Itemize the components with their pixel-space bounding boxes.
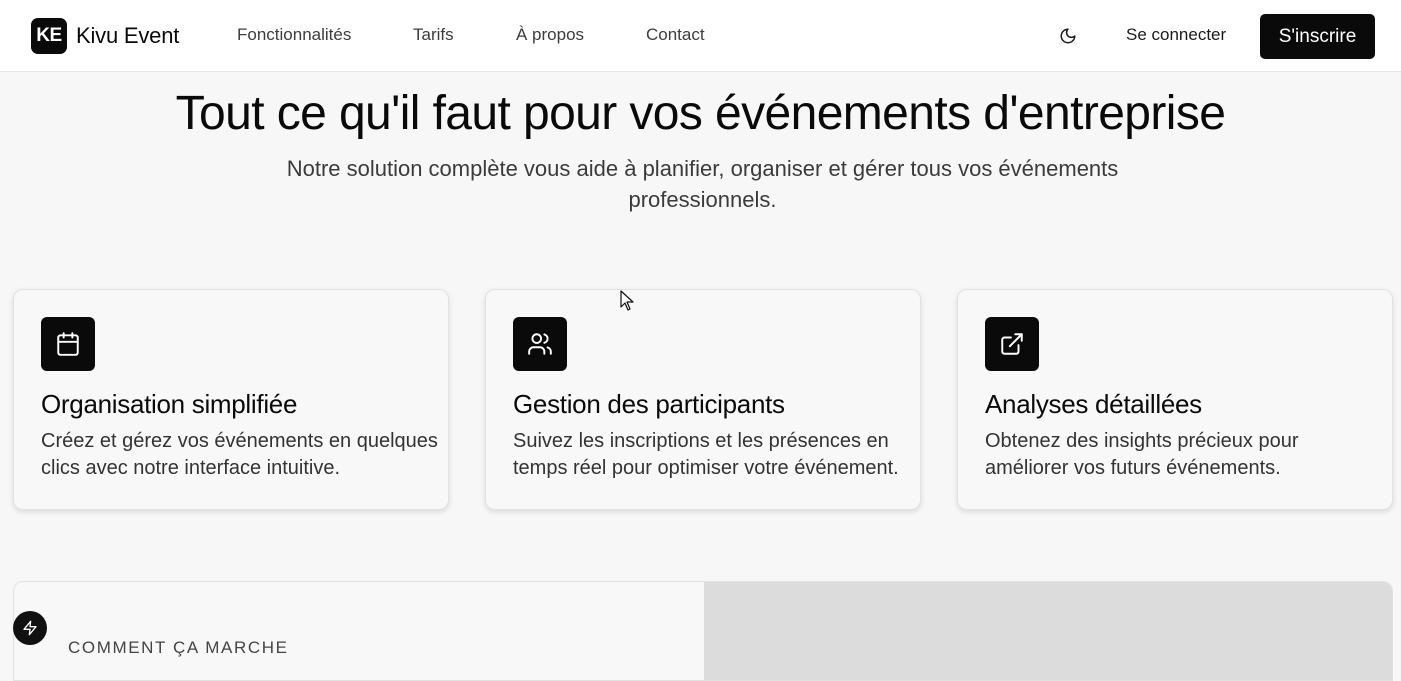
signup-button[interactable]: S'inscrire <box>1260 14 1375 59</box>
feature-icon-box <box>985 317 1039 371</box>
how-it-works-eyebrow: COMMENT ÇA MARCHE <box>68 638 289 657</box>
floating-action-button[interactable] <box>13 611 47 645</box>
feature-card-organisation: Organisation simplifiée Créez et gérez v… <box>13 289 449 510</box>
nav-link-contact[interactable]: Contact <box>646 25 705 45</box>
feature-icon-box <box>513 317 567 371</box>
feature-description: Obtenez des insights précieux pour améli… <box>985 430 1299 479</box>
brand-name: Kivu Event <box>76 23 180 48</box>
how-it-works-image-placeholder <box>704 582 1392 680</box>
nav-link-features[interactable]: Fonctionnalités <box>237 25 351 45</box>
feature-card-participants: Gestion des participants Suivez les insc… <box>485 289 921 510</box>
moon-icon <box>1060 28 1076 44</box>
how-it-works-section: COMMENT ÇA MARCHE <box>13 581 1393 681</box>
feature-title: Organisation simplifiée <box>41 389 298 419</box>
feature-title: Gestion des participants <box>513 389 785 419</box>
nav-link-pricing[interactable]: Tarifs <box>413 25 454 45</box>
hero-subtitle: Notre solution complète vous aide à plan… <box>286 156 1119 212</box>
theme-toggle-button[interactable] <box>1056 24 1080 48</box>
brand-logo[interactable]: KE Kivu Event <box>31 18 179 54</box>
bolt-icon <box>23 620 37 636</box>
feature-icon-box <box>41 317 95 371</box>
feature-description: Suivez les inscriptions et les présences… <box>513 430 899 479</box>
feature-title: Analyses détaillées <box>985 389 1202 419</box>
feature-card-analytics: Analyses détaillées Obtenez des insights… <box>957 289 1393 510</box>
logo-mark: KE <box>31 18 67 54</box>
calendar-icon <box>57 332 79 356</box>
users-icon <box>528 333 552 355</box>
nav-link-about[interactable]: À propos <box>516 25 584 45</box>
feature-description: Créez et gérez vos événements en quelque… <box>41 430 438 479</box>
external-link-icon <box>1001 333 1023 355</box>
hero-title: Tout ce qu'il faut pour vos événements d… <box>175 87 1226 140</box>
navbar: KE Kivu Event Fonctionnalités Tarifs À p… <box>0 0 1401 72</box>
login-link[interactable]: Se connecter <box>1126 25 1226 45</box>
